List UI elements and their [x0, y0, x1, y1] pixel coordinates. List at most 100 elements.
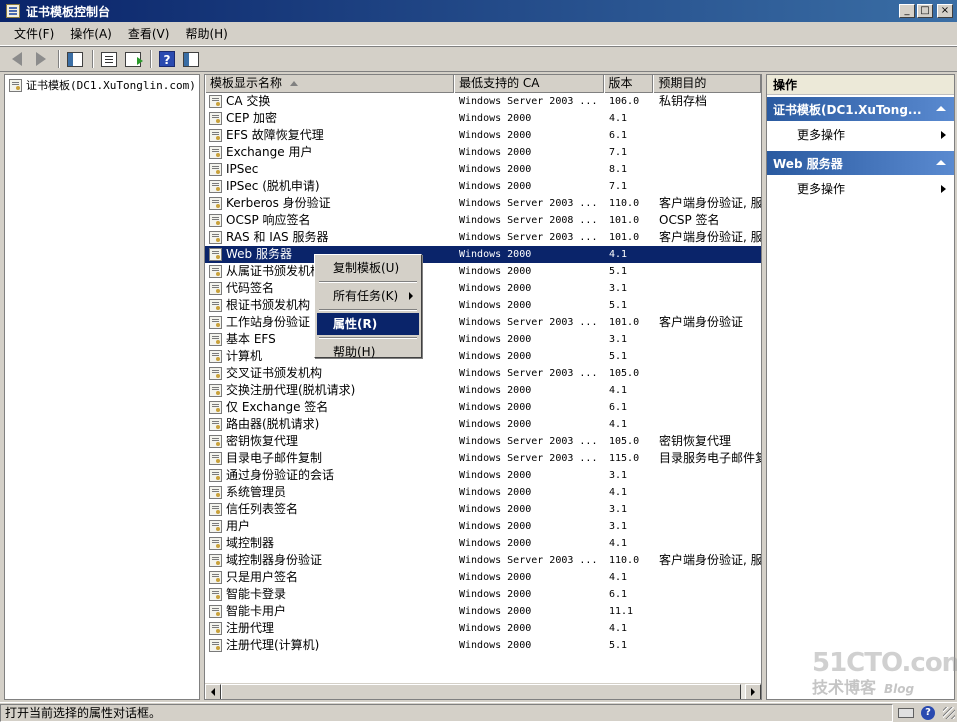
template-name: 路由器(脱机请求) [226, 417, 320, 431]
export-list-button[interactable] [122, 49, 144, 69]
template-name: CA 交换 [226, 94, 271, 108]
action-more-actions-templates[interactable]: 更多操作 [767, 121, 954, 149]
column-header-display-name[interactable]: 模板显示名称 [205, 75, 455, 93]
certificate-template-icon [209, 299, 222, 312]
menu-file[interactable]: 文件(F) [6, 23, 62, 44]
cell-minimum-ca: Windows Server 2003 ... [459, 368, 598, 379]
maximize-button[interactable]: □ [917, 4, 933, 18]
close-button[interactable]: × [937, 4, 953, 18]
table-row[interactable]: 根证书颁发机构 Windows 2000 5.1 [205, 297, 761, 314]
table-row[interactable]: 智能卡用户 Windows 2000 11.1 [205, 603, 761, 620]
cell-version: 3.1 [609, 504, 628, 515]
table-row[interactable]: 基本 EFS Windows 2000 3.1 [205, 331, 761, 348]
cell-intended-purposes [655, 297, 761, 314]
minimize-button[interactable]: _ [899, 4, 915, 18]
cell-version: 4.1 [609, 419, 628, 430]
table-row[interactable]: CA 交换 Windows Server 2003 ... 106.0 私钥存档 [205, 93, 761, 110]
template-name: 交叉证书颁发机构 [226, 366, 323, 380]
table-row[interactable]: 代码签名 Windows 2000 3.1 [205, 280, 761, 297]
table-row[interactable]: OCSP 响应签名 Windows Server 2008 ... 101.0 OCS… [205, 212, 761, 229]
actions-section-certificate-templates[interactable]: 证书模板(DC1.XuTong... [767, 97, 954, 121]
table-row[interactable]: 智能卡登录 Windows 2000 6.1 [205, 586, 761, 603]
cell-minimum-ca: Windows 2000 [459, 419, 532, 430]
collapse-up-icon[interactable] [936, 106, 946, 111]
status-text: 打开当前选择的属性对话框。 [0, 703, 893, 722]
column-header-version[interactable]: 版本 [603, 75, 654, 93]
scroll-left-button[interactable] [205, 684, 221, 699]
table-row[interactable]: Exchange 用户 Windows 2000 7.1 [205, 144, 761, 161]
table-row[interactable]: 目录电子邮件复制 Windows Server 2003 ... 115.0 目录服务… [205, 450, 761, 467]
table-row[interactable]: Kerberos 身份验证 Windows Server 2003 ... 110.… [205, 195, 761, 212]
template-name: EFS 故障恢复代理 [226, 128, 324, 142]
cell-template-name: 系统管理员 [205, 484, 455, 501]
context-all-tasks[interactable]: 所有任务(K) [317, 285, 419, 307]
table-row[interactable]: 注册代理 Windows 2000 4.1 [205, 620, 761, 637]
actions-section-web-server[interactable]: Web 服务器 [767, 151, 954, 175]
context-properties[interactable]: 属性(R) [317, 313, 419, 335]
context-duplicate-template[interactable]: 复制模板(U) [317, 257, 419, 279]
scroll-right-button[interactable] [745, 684, 761, 699]
tree-item-certificate-templates[interactable]: 证书模板(DC1.XuTonglin.com) [5, 75, 199, 95]
column-header-minimum-ca[interactable]: 最低支持的 CA [454, 75, 604, 93]
help-status[interactable]: ? [919, 705, 937, 721]
action-more-actions-web-server[interactable]: 更多操作 [767, 175, 954, 203]
table-row[interactable]: IPSec (脱机申请) Windows 2000 7.1 [205, 178, 761, 195]
cell-intended-purposes: 客户端身份验证, 服 [659, 553, 761, 567]
template-name: Web 服务器 [226, 247, 292, 261]
template-name: 仅 Exchange 签名 [226, 400, 329, 414]
resize-grip[interactable] [943, 706, 955, 719]
table-row[interactable]: CEP 加密 Windows 2000 4.1 [205, 110, 761, 127]
table-row[interactable]: 域控制器身份验证 Windows Server 2003 ... 110.0 客户端身… [205, 552, 761, 569]
table-row[interactable]: 信任列表签名 Windows 2000 3.1 [205, 501, 761, 518]
help-button[interactable]: ? [156, 49, 178, 69]
properties-icon [101, 51, 117, 67]
table-row[interactable]: 路由器(脱机请求) Windows 2000 4.1 [205, 416, 761, 433]
show-hide-tree-button[interactable] [64, 49, 86, 69]
table-row[interactable]: 密钥恢复代理 Windows Server 2003 ... 105.0 密钥恢复代理 [205, 433, 761, 450]
toolbar-separator [150, 50, 152, 68]
certificate-template-icon [209, 231, 222, 244]
cell-minimum-ca: Windows Server 2003 ... [459, 555, 598, 566]
table-row[interactable]: 用户 Windows 2000 3.1 [205, 518, 761, 535]
template-name: 只是用户签名 [226, 570, 299, 584]
menu-view[interactable]: 查看(V) [120, 23, 178, 44]
table-row[interactable]: IPSec Windows 2000 8.1 [205, 161, 761, 178]
table-row[interactable]: Web 服务器 Windows 2000 4.1 [205, 246, 761, 263]
table-row[interactable]: 系统管理员 Windows 2000 4.1 [205, 484, 761, 501]
column-header-intended-purposes[interactable]: 预期目的 [653, 75, 761, 93]
table-row[interactable]: RAS 和 IAS 服务器 Windows Server 2003 ... 101.… [205, 229, 761, 246]
table-row[interactable]: 从属证书颁发机构 Windows 2000 5.1 [205, 263, 761, 280]
table-row[interactable]: 域控制器 Windows 2000 4.1 [205, 535, 761, 552]
table-row[interactable]: 仅 Exchange 签名 Windows 2000 6.1 [205, 399, 761, 416]
cell-intended-purposes: 密钥恢复代理 [659, 434, 732, 448]
template-name: 基本 EFS [226, 332, 276, 346]
context-help[interactable]: 帮助(H) [317, 341, 419, 363]
back-button[interactable] [6, 49, 28, 69]
table-row[interactable]: 交叉证书颁发机构 Windows Server 2003 ... 105.0 [205, 365, 761, 382]
show-hide-action-pane-button[interactable] [180, 49, 202, 69]
context-menu: 复制模板(U) 所有任务(K) 属性(R) 帮助(H) [314, 254, 422, 359]
certificate-template-icon [209, 112, 222, 125]
properties-button[interactable] [98, 49, 120, 69]
table-row[interactable]: 通过身份验证的会话 Windows 2000 3.1 [205, 467, 761, 484]
table-row[interactable]: 工作站身份验证 Windows Server 2003 ... 101.0 客户端身份… [205, 314, 761, 331]
scroll-thumb[interactable] [221, 684, 741, 699]
table-row[interactable]: 交换注册代理(脱机请求) Windows 2000 4.1 [205, 382, 761, 399]
horizontal-scrollbar[interactable] [205, 683, 761, 699]
cell-template-name: 密钥恢复代理 [205, 433, 455, 450]
template-name: 信任列表签名 [226, 502, 299, 516]
certificate-template-icon [209, 503, 222, 516]
collapse-up-icon[interactable] [936, 160, 946, 165]
table-row[interactable]: EFS 故障恢复代理 Windows 2000 6.1 [205, 127, 761, 144]
template-name: 域控制器身份验证 [226, 553, 323, 567]
table-row[interactable]: 注册代理(计算机) Windows 2000 5.1 [205, 637, 761, 654]
cell-version: 4.1 [609, 113, 628, 124]
cell-version: 3.1 [609, 470, 628, 481]
cell-version: 110.0 [609, 198, 640, 209]
menu-action[interactable]: 操作(A) [62, 23, 120, 44]
table-row[interactable]: 只是用户签名 Windows 2000 4.1 [205, 569, 761, 586]
table-row[interactable]: 计算机 Windows 2000 5.1 [205, 348, 761, 365]
forward-button[interactable] [30, 49, 52, 69]
cell-version: 8.1 [609, 164, 628, 175]
menu-help[interactable]: 帮助(H) [177, 23, 235, 44]
